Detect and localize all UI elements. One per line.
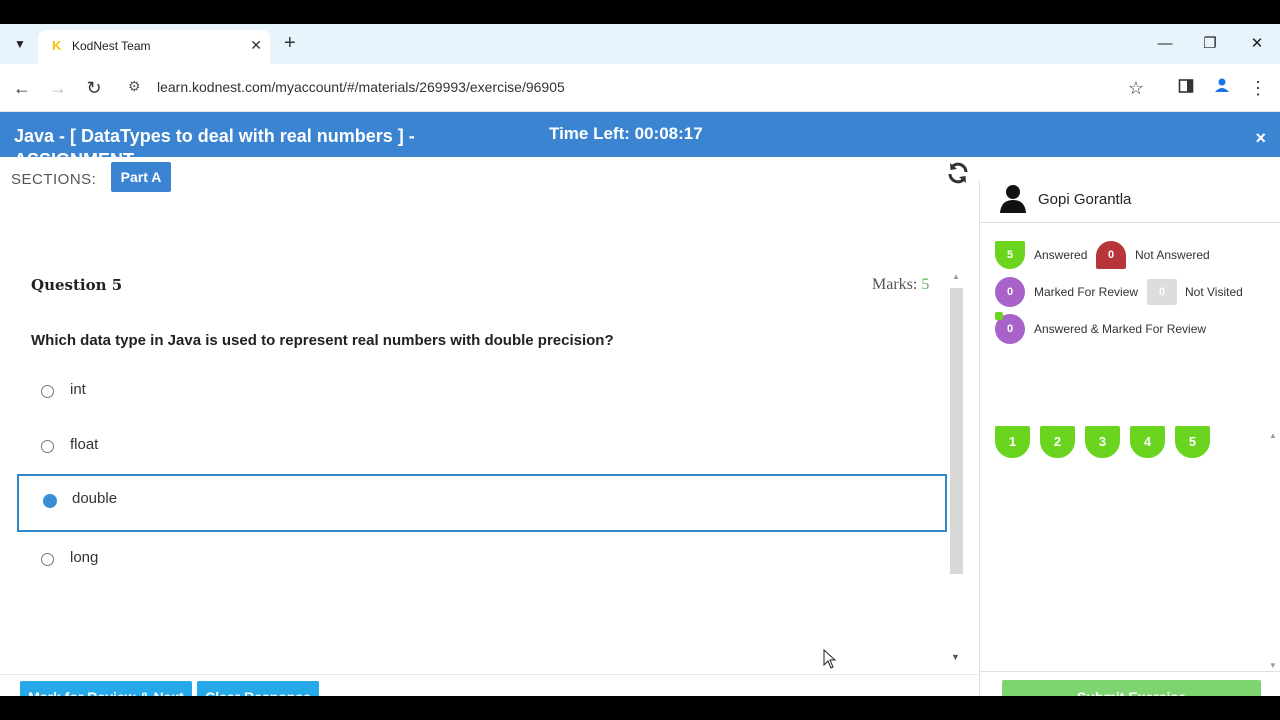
new-tab-icon[interactable]: + [284,32,296,55]
close-exam-icon[interactable]: × [1255,128,1266,149]
sections-bar: SECTIONS: Part A [0,157,978,199]
option-radio[interactable] [41,440,54,453]
option-float[interactable]: float [17,416,947,470]
exam-title: Java - [ DataTypes to deal with real num… [14,126,415,157]
question-marks: Marks: 5 [872,276,929,294]
option-radio[interactable] [41,553,54,566]
palette-scroll-up-icon[interactable]: ▲ [1269,431,1277,440]
question-number: Question 5 [31,276,123,294]
option-radio[interactable] [41,385,54,398]
option-label: long [70,549,99,566]
question-footer: Mark for Review & Next Clear Response [0,674,978,696]
close-window-icon[interactable]: ✕ [1245,32,1269,56]
time-left: Time Left: 00:08:17 [549,124,703,143]
palette-question-4[interactable]: 4 [1130,426,1165,458]
legend-answered-marked-count: 0 [1006,323,1014,335]
answered-dot-icon [995,312,1003,320]
question-palette-panel: Gopi Gorantla 5 Answered 0 Not Answered … [979,181,1280,696]
address-bar: ← → ↻ ⚙ learn.kodnest.com/myaccount/#/ma… [0,64,1280,112]
tab-close-icon[interactable]: ✕ [250,37,262,54]
palette-question-1[interactable]: 1 [995,426,1030,458]
option-radio-selected[interactable] [43,494,57,508]
legend-not-answered-label: Not Answered [1135,248,1210,262]
question-panel: Question 5 Marks: 5 Which data type in J… [0,254,964,644]
palette-question-3[interactable]: 3 [1085,426,1120,458]
palette-scroll-down-icon[interactable]: ▼ [1269,661,1277,670]
palette-question-5[interactable]: 5 [1175,426,1210,458]
browser-tab-strip: ▼ K KodNest Team ✕ + — ❐ ✕ [0,24,1280,64]
screen: ▼ K KodNest Team ✕ + — ❐ ✕ ← → ↻ ⚙ learn… [0,24,1280,696]
exam-header: Java - [ DataTypes to deal with real num… [0,112,1280,157]
legend-marked-label: Marked For Review [1034,285,1139,299]
question-scrollbar[interactable] [950,288,963,574]
legend-marked-badge: 0 [995,277,1025,307]
user-name: Gopi Gorantla [1038,191,1132,208]
back-icon[interactable]: ← [10,76,34,100]
mouse-cursor-icon [823,648,837,674]
mark-for-review-next-button[interactable]: Mark for Review & Next [20,681,192,696]
submit-footer: Submit Exercise [980,671,1280,696]
legend-answered-badge: 5 [995,241,1025,269]
browser-tab[interactable]: K KodNest Team ✕ [38,30,270,64]
tab-title: KodNest Team [72,39,151,53]
bookmark-star-icon[interactable]: ☆ [1124,76,1148,100]
marks-value: 5 [921,276,930,293]
clear-response-button[interactable]: Clear Response [197,681,319,696]
option-label: double [72,490,118,507]
sections-label: SECTIONS: [11,171,97,188]
option-double[interactable]: double [17,474,947,532]
legend-not-visited-label: Not Visited [1185,285,1243,299]
tab-menu-icon[interactable]: ▼ [10,34,30,54]
site-settings-icon[interactable]: ⚙ [128,78,141,95]
reload-icon[interactable]: ↻ [82,76,106,100]
section-part-a-button[interactable]: Part A [111,162,171,192]
question-text: Which data type in Java is used to repre… [31,332,614,349]
option-int[interactable]: int [17,361,947,415]
scroll-up-arrow-icon[interactable]: ▲ [952,272,960,281]
legend-answered-marked-label: Answered & Marked For Review [1034,322,1207,336]
legend-answered-label: Answered [1034,248,1088,262]
option-label: float [70,436,99,453]
legend-not-answered-badge: 0 [1096,241,1126,269]
minimize-icon[interactable]: — [1153,32,1177,56]
legend-answered-marked-badge: 0 [995,312,1025,344]
kebab-menu-icon[interactable]: ⋮ [1246,76,1270,100]
marks-label: Marks: [872,276,918,293]
submit-exercise-button[interactable]: Submit Exercise [1002,680,1261,696]
scroll-down-arrow-icon[interactable]: ▼ [951,652,960,662]
option-long[interactable]: long [17,529,947,583]
palette-question-2[interactable]: 2 [1040,426,1075,458]
kodnest-favicon-icon: K [52,38,62,53]
user-row: Gopi Gorantla [980,181,1280,223]
forward-icon[interactable]: → [46,76,70,100]
user-avatar-icon [1000,183,1026,218]
option-label: int [70,381,86,398]
side-panel-icon[interactable] [1174,76,1198,100]
url-field[interactable]: learn.kodnest.com/myaccount/#/materials/… [157,79,565,95]
legend-not-visited-badge: 0 [1147,279,1177,305]
refresh-icon[interactable] [946,161,970,192]
profile-icon[interactable] [1210,76,1234,100]
restore-icon[interactable]: ❐ [1198,32,1222,56]
